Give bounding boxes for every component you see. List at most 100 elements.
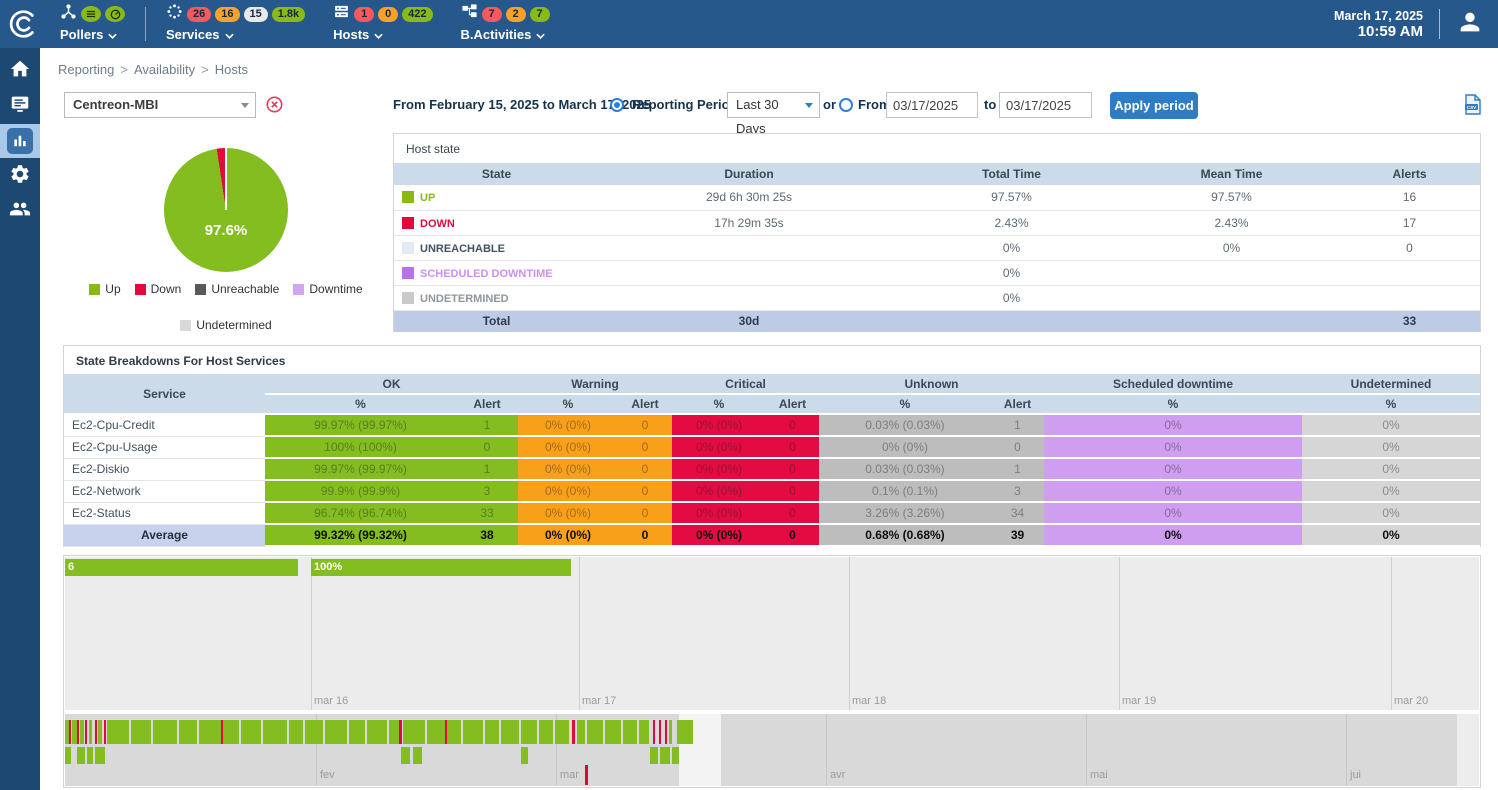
legend-swatch [180,320,191,331]
cell-value: 0 [1014,440,1021,454]
ba-icon [461,3,478,25]
host-state-panel: Host state StateDurationTotal TimeMean T… [393,133,1481,332]
cell-value: 0% [1164,462,1181,476]
state-label: UNREACHABLE [420,243,505,255]
overview-up-segment [669,720,672,744]
status-badge[interactable]: 1.8k [272,7,305,22]
month-label: jui [1350,769,1361,781]
sub-column-header: Alert [766,394,819,414]
sub-column-header: % [1044,394,1302,414]
period-select[interactable]: Last 30 Days [727,92,820,118]
total-cell [899,310,1124,332]
sidebar-item-home[interactable] [0,54,40,88]
overview-up-segment [389,720,399,744]
overview-up-segment [179,720,197,744]
sidebar-item-monitoring[interactable] [0,89,40,123]
breakdown-value-cell: 0% (0%) [672,414,766,436]
status-badge[interactable]: 2 [506,7,526,22]
from-date-input[interactable] [886,92,978,118]
clear-selection-icon[interactable] [266,96,283,118]
menu-pollers-label[interactable]: Pollers [60,27,125,42]
reporting-period-radio[interactable] [610,98,624,112]
overview-down-segment [69,720,71,744]
host-select[interactable]: Centreon-MBI [64,92,256,118]
to-date-input[interactable] [999,92,1092,118]
cell-value: 0% (0%) [696,484,742,498]
gauge-icon[interactable] [105,6,125,22]
csv-export-icon[interactable]: CSV [1464,94,1482,120]
user-menu-icon[interactable] [1456,8,1484,41]
breakdown-value-cell: 39 [991,524,1044,546]
breakdown-value-cell: 0% [1302,502,1480,524]
overview-down-segment [572,720,575,744]
month-label: mar [560,769,579,781]
overview-up-segment [223,720,239,744]
legend-item-undetermined: Undetermined [180,317,271,334]
column-header: Unknown [819,374,1044,394]
clock: March 17, 2025 10:59 AM [1334,9,1423,40]
chevron-down-icon [241,103,249,108]
menu-hosts[interactable]: 10 422 Hosts [333,5,432,42]
value-cell [1124,285,1339,310]
overview-down-segment [653,720,655,744]
status-badge[interactable]: 15 [244,7,268,22]
timeline-overview-chart[interactable]: fevmaravrmaijui [65,714,1479,786]
menu-hosts-badges: 10 422 [333,5,432,23]
value-cell: 17h 29m 35s [599,210,899,235]
menu-bactivities[interactable]: 727 B.Activities [461,5,550,42]
overview-up-segment [521,720,537,744]
status-badge[interactable]: 422 [402,7,432,22]
status-badge[interactable]: 16 [215,7,239,22]
breadcrumb-item-hosts[interactable]: Hosts [215,62,248,77]
menu-pollers[interactable]: Pollers [60,5,125,42]
sidebar-item-configuration[interactable] [0,159,40,193]
status-badge[interactable]: 26 [187,7,211,22]
overview-down-segment [85,720,87,744]
value-cell [1339,285,1480,310]
apply-period-button[interactable]: Apply period [1110,92,1198,119]
overview-up-segment-row2 [660,747,670,764]
overview-up-segment [199,720,221,744]
cell-value: 0% [1164,528,1181,542]
overview-up-segment-row2 [521,747,528,764]
list-icon[interactable] [81,6,101,22]
status-badge[interactable]: 1 [354,7,374,22]
menu-services[interactable]: 26 16 15 1.8k Services [166,5,305,42]
breakdown-value-cell: 0 [618,524,672,546]
breadcrumb-item-availability[interactable]: Availability [134,62,195,77]
day-label: mar 18 [852,695,886,707]
status-badge[interactable]: 7 [482,7,502,22]
home-icon [9,58,31,85]
status-badge[interactable]: 0 [378,7,398,22]
host-state-row: UNDETERMINED0% [394,285,1480,310]
centreon-logo-icon[interactable] [0,7,46,41]
sidebar-item-administration[interactable] [0,194,40,228]
topbar-divider [1439,9,1440,39]
menu-services-label[interactable]: Services [166,27,305,42]
host-state-row: UNREACHABLE0%0%0 [394,235,1480,260]
menu-hosts-label[interactable]: Hosts [333,27,432,42]
sub-column-header: % [265,394,456,414]
cell-value: 0% [1382,506,1399,520]
current-date: March 17, 2025 [1334,9,1423,23]
breakdown-value-cell: 0 [618,502,672,524]
breadcrumb-item-reporting[interactable]: Reporting [58,62,114,77]
custom-period-radio[interactable] [839,98,853,112]
cell-value: 0 [789,484,796,498]
gear-icon [9,163,31,190]
timeline-detail-chart[interactable]: mar 16mar 17mar 18mar 19mar 206100% [65,557,1479,710]
breakdown-value-cell: 0% [1302,436,1480,458]
menu-bactivities-label[interactable]: B.Activities [461,27,550,42]
pie-legend: UpDownUnreachableDowntimeUndetermined [56,281,396,336]
cell-value: 96.74% (96.74%) [314,506,407,520]
overview-up-segment [289,720,303,744]
legend-swatch [195,284,206,295]
column-header: Warning [518,374,672,394]
breakdown-row: Ec2-Cpu-Credit99.97% (99.97%)10% (0%)00%… [64,414,1480,436]
top-menu-bar: Pollers 26 16 15 1.8k Services 10 422 Hosts 727 B.… [46,0,564,48]
sidebar-item-reporting[interactable] [0,124,40,158]
breakdown-value-cell: 0.68% (0.68%) [819,524,991,546]
cell-value: 99.97% (99.97%) [314,462,407,476]
breakdown-value-cell: 0% [1302,414,1480,436]
status-badge[interactable]: 7 [530,7,550,22]
